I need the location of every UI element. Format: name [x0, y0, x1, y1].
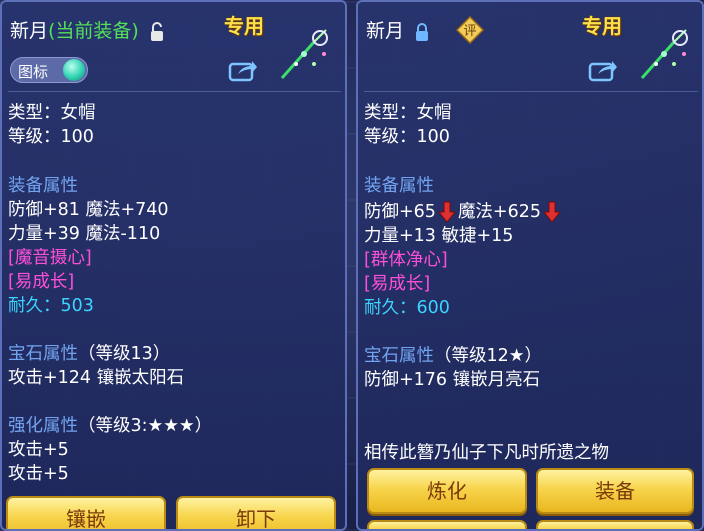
- lock-closed-icon[interactable]: [414, 22, 430, 42]
- enhance-line: 攻击+5: [8, 440, 69, 460]
- item-level: 等级：100: [364, 127, 450, 147]
- attr-magic: 魔法+625: [457, 202, 542, 222]
- icon-toggle[interactable]: 图标: [10, 57, 88, 83]
- gem-level: （等级12★）: [434, 346, 542, 366]
- unequip-button[interactable]: 卸下: [176, 496, 336, 529]
- refine-button[interactable]: 炼化: [367, 468, 527, 514]
- down-arrow-icon: [543, 201, 562, 223]
- item-name: 新月: [366, 20, 405, 42]
- item-title: 新月(当前装备): [10, 16, 165, 43]
- enhance-line: 攻击+5: [8, 464, 69, 484]
- item-description: 相传此簪乃仙子下凡时所遗之物: [364, 443, 609, 463]
- inlay-button[interactable]: 镶嵌: [6, 496, 166, 529]
- enhance-level: （等级3:★★★）: [78, 416, 213, 436]
- down-arrow-icon: [437, 201, 456, 223]
- attr-line: 防御+81 魔法+740: [8, 200, 169, 220]
- durability: 耐久：503: [8, 296, 94, 316]
- gem-line: 攻击+124 镶嵌太阳石: [8, 368, 185, 388]
- item-type: 类型：女帽: [8, 103, 96, 123]
- toggle-knob: [63, 59, 85, 81]
- exclusive-badge: 专用: [224, 14, 264, 38]
- item-type: 类型：女帽: [364, 103, 452, 123]
- lock-open-icon[interactable]: [149, 21, 165, 42]
- hairpin-item-icon: [280, 29, 328, 79]
- item-name: 新月: [10, 20, 49, 42]
- gem-line: 防御+176 镶嵌月亮石: [364, 370, 541, 390]
- equip-attr-heading: 装备属性: [364, 176, 434, 196]
- icon-toggle-label: 图标: [18, 63, 49, 81]
- more-button[interactable]: [367, 520, 527, 529]
- equipped-item-panel: 新月(当前装备) 专用 图标 类型：女帽 等级：100 装备属性 防御+81 魔…: [0, 0, 347, 531]
- attr-defense: 防御+65: [364, 202, 436, 222]
- gem-attr-row: 宝石属性（等级13）: [8, 343, 170, 365]
- equip-button[interactable]: 装备: [536, 468, 694, 514]
- enhance-attr-heading: 强化属性: [8, 416, 78, 436]
- attr-line: 力量+13 敏捷+15: [364, 226, 514, 246]
- equipped-state: (当前装备): [48, 20, 139, 42]
- special-skill: [魔音摄心]: [8, 248, 92, 268]
- rating-icon-text: 评: [463, 24, 476, 39]
- special-trait: [易成长]: [364, 274, 431, 294]
- special-trait: [易成长]: [8, 272, 75, 292]
- divider: [8, 91, 341, 92]
- durability: 耐久：600: [364, 298, 450, 318]
- share-icon[interactable]: [228, 58, 258, 82]
- equip-attr-heading: 装备属性: [8, 176, 78, 196]
- enhance-attr-row: 强化属性（等级3:★★★）: [8, 415, 212, 437]
- divider: [364, 91, 698, 92]
- gem-attr-heading: 宝石属性: [364, 346, 434, 366]
- more-button[interactable]: [536, 520, 694, 529]
- share-icon[interactable]: [588, 58, 618, 82]
- rating-icon[interactable]: 评: [456, 16, 484, 44]
- attr-line: 力量+39 魔法-110: [8, 224, 161, 244]
- item-title: 新月: [366, 16, 430, 43]
- compare-item-panel: 新月 评 专用 类型：女帽 等级：100 装备属性 防御+65 魔法+625 力量…: [356, 0, 704, 531]
- item-level: 等级：100: [8, 127, 94, 147]
- special-skill: [群体净心]: [364, 250, 448, 270]
- attr-line: 防御+65 魔法+625: [364, 201, 563, 223]
- gem-level: （等级13）: [78, 344, 171, 364]
- hairpin-item-icon: [640, 29, 688, 79]
- gem-attr-heading: 宝石属性: [8, 344, 78, 364]
- exclusive-badge: 专用: [582, 14, 622, 38]
- gem-attr-row: 宝石属性（等级12★）: [364, 345, 542, 367]
